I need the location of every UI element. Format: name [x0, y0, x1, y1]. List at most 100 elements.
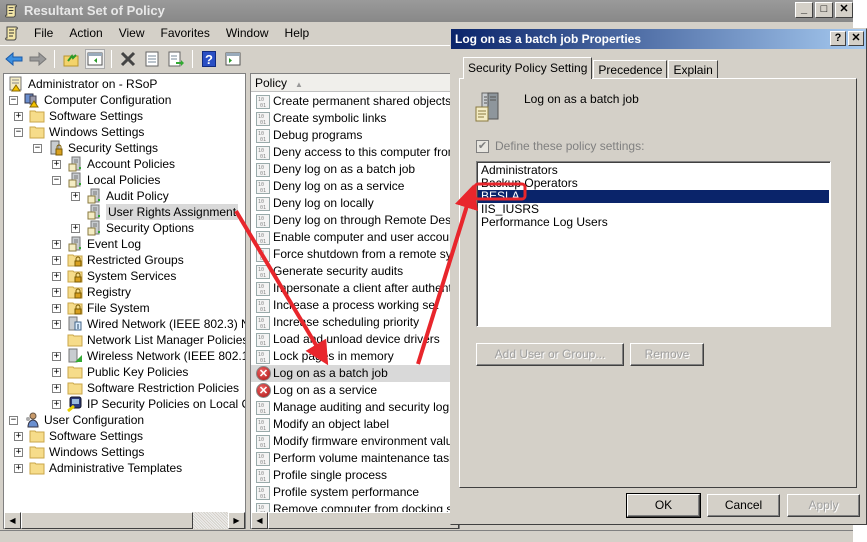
tree-item[interactable]: + IP Security Policies on Local C [52, 396, 245, 413]
member-item[interactable]: Backup Operators [478, 177, 829, 190]
policy-row[interactable]: 10 01 Increase a process working set [251, 297, 459, 314]
maximize-button[interactable]: □ [815, 2, 833, 18]
scroll-icon[interactable] [4, 25, 20, 41]
policy-row[interactable]: ✕ Log on as a batch job [251, 365, 459, 382]
scroll-left-arrow[interactable]: ◀ [4, 512, 21, 529]
policy-row[interactable]: 10 01 Create symbolic links [251, 110, 459, 127]
tree-item[interactable]: + System Services [52, 268, 176, 284]
add-user-or-group-button[interactable]: Add User or Group... [476, 343, 624, 366]
tree-item[interactable]: + Audit Policy [71, 188, 169, 204]
tree-item[interactable]: + Security Options [71, 220, 194, 236]
tree-item[interactable]: + Registry [52, 284, 131, 300]
policy-list[interactable]: Policy ▲ 10 01 Create permanent shared obje… [250, 73, 460, 529]
menu-file[interactable]: File [26, 22, 61, 44]
expand-icon[interactable]: + [14, 463, 23, 473]
tab-precedence[interactable]: Precedence [593, 60, 668, 79]
tree-item[interactable]: Network List Manager Policies [52, 332, 245, 348]
scroll-track[interactable] [193, 512, 228, 529]
tree-item[interactable]: + Windows Settings [14, 444, 144, 460]
policy-row[interactable]: 10 01 Deny log on locally [251, 195, 459, 212]
tree-item[interactable]: − Windows Settings [14, 124, 144, 140]
define-policy-checkbox[interactable]: ✔ Define these policy settings: [476, 139, 644, 153]
tree-item[interactable]: + Public Key Policies [52, 364, 188, 380]
tab-explain[interactable]: Explain [668, 60, 718, 79]
tree-item[interactable]: + Software Settings [14, 108, 143, 124]
collapse-icon[interactable]: − [14, 127, 23, 137]
tree-horizontal-scrollbar[interactable]: ◀ ▶ [4, 512, 245, 529]
tree-item[interactable]: + Wireless Network (IEEE 802.1 [52, 348, 245, 364]
policy-row[interactable]: 1001Enable computer and user accounts to… [251, 229, 459, 246]
menu-window[interactable]: Window [218, 22, 277, 44]
policy-row[interactable]: 1001Impersonate a client after authentic… [251, 280, 459, 297]
policy-row[interactable]: 10 01 Deny log on as a batch job [251, 161, 459, 178]
policy-row[interactable]: 10 01 Force shutdown from a remote system [251, 246, 459, 263]
tree-item[interactable]: + File System [52, 300, 150, 316]
dialog-title-bar[interactable]: Log on as a batch job Properties ? ✕ [451, 29, 866, 49]
policy-row[interactable]: 10 01 Profile system performance [251, 484, 459, 501]
remove-button[interactable]: Remove [630, 343, 704, 366]
menu-action[interactable]: Action [61, 22, 110, 44]
expand-icon[interactable]: + [52, 351, 61, 361]
tree-item[interactable]: + Wired Network (IEEE 802.3) N [52, 316, 245, 332]
scroll-left-arrow[interactable]: ◀ [251, 512, 268, 529]
tree-item[interactable]: + Event Log [52, 236, 141, 252]
tree-item[interactable]: − Computer Configuration [9, 92, 171, 108]
policy-row[interactable]: ✕ Log on as a service [251, 382, 459, 399]
policy-row[interactable]: 1001Deny access to this computer from th… [251, 144, 459, 161]
forward-button[interactable] [28, 49, 48, 69]
tree-item[interactable]: + Account Policies [52, 156, 175, 172]
scroll-right-arrow[interactable]: ▶ [228, 512, 245, 529]
dialog-help-button[interactable]: ? [830, 31, 846, 46]
policy-row[interactable]: 10 01 Deny log on as a service [251, 178, 459, 195]
expand-icon[interactable]: + [71, 191, 80, 201]
policy-list-horizontal-scrollbar[interactable]: ◀ [251, 512, 459, 529]
tree-item[interactable]: + Software Restriction Policies [52, 380, 239, 396]
collapse-icon[interactable]: − [9, 415, 18, 425]
policy-row[interactable]: 10 01 Manage auditing and security log [251, 399, 459, 416]
expand-icon[interactable]: + [52, 271, 61, 281]
tree-item[interactable]: + Restricted Groups [52, 252, 184, 268]
apply-button[interactable]: Apply [787, 494, 860, 517]
members-list[interactable]: Administrators Backup Operators BESLA IIS_I… [476, 161, 831, 327]
policy-row[interactable]: 10 01 Generate security audits [251, 263, 459, 280]
minimize-button[interactable]: _ [795, 2, 813, 18]
menu-favorites[interactable]: Favorites [153, 22, 218, 44]
policy-row[interactable]: 10 01 Perform volume maintenance tasks [251, 450, 459, 467]
back-button[interactable] [4, 49, 24, 69]
main-window-title-bar[interactable]: Resultant Set of Policy _ □ ✕ [0, 0, 867, 22]
policy-row[interactable]: 1001Deny log on through Remote Desktop S… [251, 212, 459, 229]
export-list-button[interactable] [166, 49, 186, 69]
tree-item[interactable]: User Rights Assignment [71, 204, 239, 220]
expand-icon[interactable]: + [52, 239, 61, 249]
column-header-policy[interactable]: Policy ▲ [251, 74, 459, 92]
up-one-level-button[interactable] [61, 49, 81, 69]
tree-item[interactable]: − User Configuration [9, 412, 144, 428]
properties-button[interactable] [142, 49, 162, 69]
policy-row[interactable]: 10 01 Create permanent shared objects [251, 93, 459, 110]
tree-item[interactable]: − Local Policies [52, 172, 160, 188]
expand-icon[interactable]: + [14, 111, 23, 121]
delete-button[interactable] [118, 49, 138, 69]
policy-row[interactable]: 10 01 Profile single process [251, 467, 459, 484]
tree-item[interactable]: − Security Settings [33, 140, 158, 156]
cancel-button[interactable]: Cancel [707, 494, 780, 517]
scroll-thumb[interactable] [268, 512, 459, 529]
policy-row[interactable]: 10 01 Load and unload device drivers [251, 331, 459, 348]
tree-item[interactable]: + Software Settings [14, 428, 143, 444]
tree-item[interactable]: Administrator on - RSoP [8, 76, 157, 92]
tab-security-policy-setting[interactable]: Security Policy Setting [463, 57, 593, 79]
expand-icon[interactable]: + [52, 383, 61, 393]
ok-button[interactable]: OK [626, 493, 701, 518]
expand-icon[interactable]: + [14, 431, 23, 441]
menu-help[interactable]: Help [277, 22, 318, 44]
show-hide-tree-button[interactable] [85, 48, 105, 69]
member-item[interactable]: Performance Log Users [478, 216, 829, 229]
policy-row[interactable]: 10 01 Modify an object label [251, 416, 459, 433]
tree-item[interactable]: + Administrative Templates [14, 460, 182, 476]
expand-icon[interactable]: + [14, 447, 23, 457]
close-button[interactable]: ✕ [835, 2, 853, 18]
expand-icon[interactable]: + [52, 255, 61, 265]
menu-view[interactable]: View [111, 22, 153, 44]
dialog-close-button[interactable]: ✕ [848, 31, 864, 46]
show-action-pane-button[interactable] [223, 49, 243, 69]
